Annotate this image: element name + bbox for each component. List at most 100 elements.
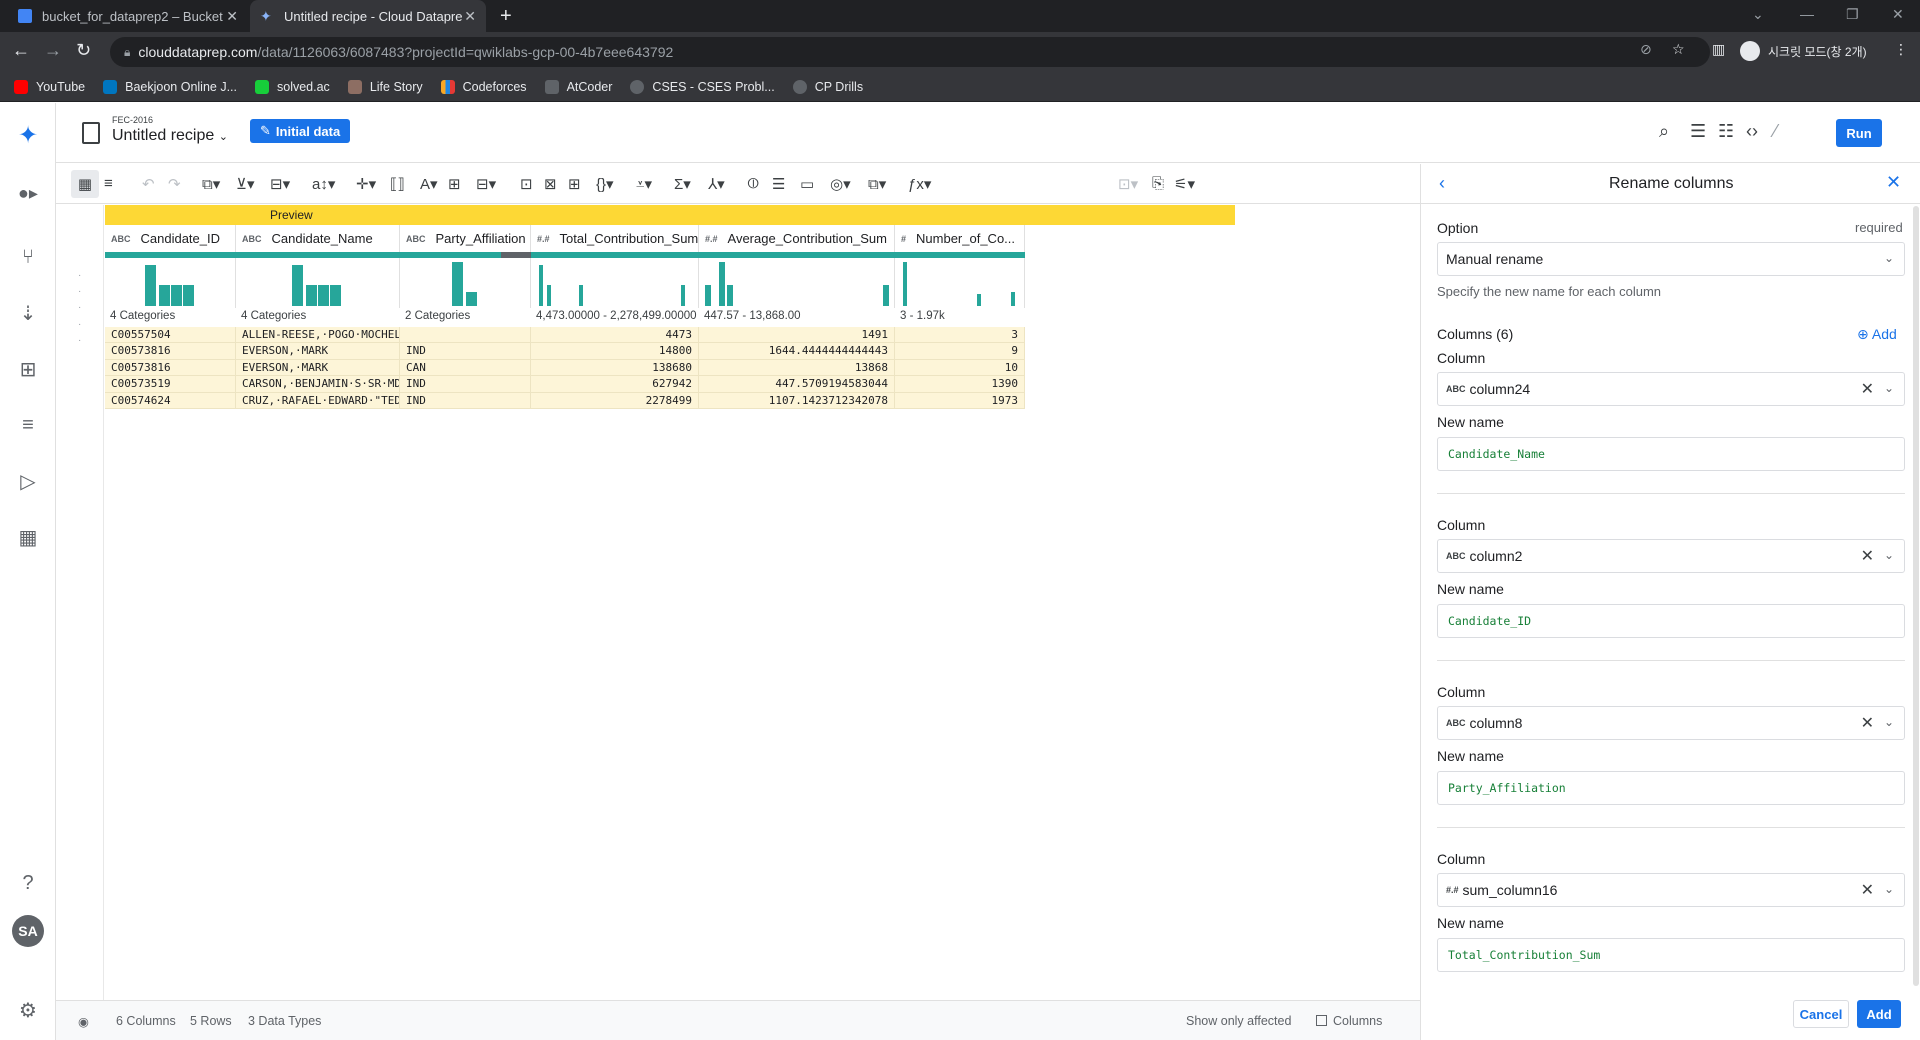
window-close-icon[interactable]: ✕ <box>1892 6 1904 23</box>
help-icon[interactable]: ? <box>14 869 42 897</box>
flows-icon[interactable]: ⑂ <box>14 243 42 271</box>
clear-icon[interactable]: ✕ <box>1861 546 1874 566</box>
bookmark-youtube[interactable]: YouTube <box>14 79 85 94</box>
initial-data-button[interactable]: ✎ Initial data <box>250 119 351 143</box>
table-cell[interactable]: 627942 <box>531 376 699 393</box>
avatar[interactable]: SA <box>12 915 44 947</box>
search-icon[interactable]: ⌕ <box>1659 121 1669 142</box>
column-header[interactable]: #.# Total_Contribution_Sum <box>531 225 699 252</box>
move-icon[interactable]: ✛▾ <box>356 175 376 193</box>
list-icon[interactable]: ☰ <box>1690 121 1706 142</box>
column-header[interactable]: #.# Average_Contribution_Sum <box>699 225 895 252</box>
undo-icon[interactable]: ↶ <box>142 175 155 193</box>
histogram-bar[interactable] <box>719 262 725 306</box>
table-cell[interactable]: EVERSON,·MARK <box>236 343 400 360</box>
table-cell[interactable]: 13868 <box>699 359 895 377</box>
table-cell[interactable]: 1107.1423712342078 <box>699 392 895 409</box>
tab-search-icon[interactable]: ⌄ <box>1752 6 1764 23</box>
dataprep-logo-icon[interactable]: ✦ <box>14 121 42 149</box>
histogram-bar[interactable] <box>159 285 170 306</box>
bookmark-codeforces[interactable]: Codeforces <box>440 79 527 94</box>
sort-icon[interactable]: a↕▾ <box>312 175 335 193</box>
histogram-bar[interactable] <box>681 285 685 306</box>
recipe-title[interactable]: Untitled recipe ⌄ <box>112 127 228 145</box>
bookmark-solvedac[interactable]: solved.ac <box>255 79 330 94</box>
histogram-bar[interactable] <box>466 292 477 306</box>
new-name-input[interactable]: Candidate_ID <box>1437 604 1905 638</box>
grid-view-icon[interactable]: ▦ <box>71 170 99 198</box>
incognito-profile[interactable]: 시크릿 모드(창 2개) <box>1740 41 1867 61</box>
column-histogram[interactable] <box>895 258 1025 308</box>
table-cell[interactable]: 4473 <box>531 327 699 344</box>
clear-icon[interactable]: ✕ <box>1861 379 1874 399</box>
text-format-icon[interactable]: A▾ <box>420 175 438 193</box>
pivot-icon[interactable]: ⊡ <box>520 175 533 193</box>
table-cell[interactable]: IND <box>400 392 531 409</box>
histogram-bar[interactable] <box>883 285 889 306</box>
histogram-bar[interactable] <box>903 262 907 306</box>
column-select[interactable]: #.# sum_column16 ✕ ⌄ <box>1437 873 1905 907</box>
table-cell[interactable]: CRUZ,·RAFAEL·EDWARD·"TED" <box>236 392 400 409</box>
histogram-bar[interactable] <box>1011 292 1015 306</box>
table-cell[interactable]: IND <box>400 343 531 360</box>
table-cell[interactable]: 1644.4444444444443 <box>699 343 895 360</box>
new-tab-icon[interactable]: + <box>500 5 512 28</box>
recipe-steps-icon[interactable]: ☷ <box>1718 121 1734 142</box>
table-cell[interactable]: 1491 <box>699 327 895 344</box>
library-icon[interactable]: ⊞ <box>14 355 42 383</box>
star-icon[interactable]: ☆ <box>1672 41 1685 58</box>
histogram-bar[interactable] <box>171 285 182 306</box>
merge-icon[interactable]: ⊟▾ <box>270 175 290 193</box>
close-icon[interactable]: ✕ <box>226 8 238 25</box>
histogram-bar[interactable] <box>183 285 194 306</box>
table-cell[interactable]: 2278499 <box>531 392 699 409</box>
histogram-bar[interactable] <box>306 285 317 306</box>
column-header[interactable]: ABC Party_Affiliation <box>400 225 531 252</box>
jobs-icon[interactable]: ▷ <box>14 467 42 495</box>
column-histogram[interactable] <box>236 258 400 308</box>
menu-icon[interactable]: ⋮ <box>1894 41 1908 58</box>
histogram-bar[interactable] <box>579 285 583 306</box>
column-select[interactable]: ABC column24 ✕ ⌄ <box>1437 372 1905 406</box>
wand-icon[interactable]: ⁄ <box>1774 121 1777 142</box>
forward-icon[interactable]: → <box>44 40 62 61</box>
table-cell[interactable]: 447.5709194583044 <box>699 376 895 393</box>
histogram-bar[interactable] <box>452 262 463 306</box>
close-icon[interactable]: ✕ <box>1886 172 1901 193</box>
columns-checkbox[interactable]: Columns <box>1316 1014 1382 1028</box>
column-header[interactable]: ABC Candidate_Name <box>236 225 400 252</box>
column-histogram[interactable] <box>400 258 531 308</box>
code-icon[interactable]: ‹› <box>1746 121 1758 142</box>
table-cell[interactable]: C00573816 <box>105 359 236 377</box>
table-cell[interactable]: C00573816 <box>105 343 236 360</box>
column-select[interactable]: ABC column2 ✕ ⌄ <box>1437 539 1905 573</box>
new-name-input[interactable]: Total_Contribution_Sum <box>1437 938 1905 972</box>
histogram-bar[interactable] <box>539 265 543 306</box>
unpivot-icon[interactable]: ⊠ <box>544 175 557 193</box>
histogram-bar[interactable] <box>547 285 551 306</box>
table-cell[interactable]: 3 <box>895 327 1025 344</box>
braces-icon[interactable]: {}▾ <box>596 175 614 193</box>
minimize-icon[interactable]: — <box>1800 6 1814 22</box>
replace-icon[interactable]: ⊞ <box>448 175 461 193</box>
table-cell[interactable]: 138680 <box>531 359 699 377</box>
column-details-icon[interactable]: ⎘ <box>1152 175 1164 192</box>
union-icon[interactable]: ☰ <box>772 175 785 193</box>
settings-icon[interactable]: ⚙ <box>14 996 42 1024</box>
eye-off-icon[interactable]: ⊘ <box>1640 41 1652 58</box>
browser-tab-bucket[interactable]: bucket_for_dataprep2 – Bucket ✕ <box>8 0 248 32</box>
add-column-link[interactable]: ⊕ Add <box>1857 326 1897 343</box>
run-button[interactable]: Run <box>1836 119 1882 147</box>
split-icon[interactable]: ⟦⟧ <box>390 175 405 193</box>
bookmark-cpdrills[interactable]: CP Drills <box>792 79 863 94</box>
comment-icon[interactable]: ▭ <box>800 175 814 193</box>
histogram-bar[interactable] <box>145 265 156 306</box>
table-cell[interactable]: 10 <box>895 359 1025 377</box>
eye-icon[interactable]: ◉ <box>78 1014 89 1029</box>
database-icon[interactable]: ≡ <box>14 411 42 439</box>
clear-icon[interactable]: ✕ <box>1861 713 1874 733</box>
table-cell[interactable]: 1390 <box>895 376 1025 393</box>
table-cell[interactable]: 14800 <box>531 343 699 360</box>
option-select[interactable]: Manual rename ⌄ <box>1437 242 1905 276</box>
table-cell[interactable]: CARSON,·BENJAMIN·S·SR·MD <box>236 376 400 393</box>
